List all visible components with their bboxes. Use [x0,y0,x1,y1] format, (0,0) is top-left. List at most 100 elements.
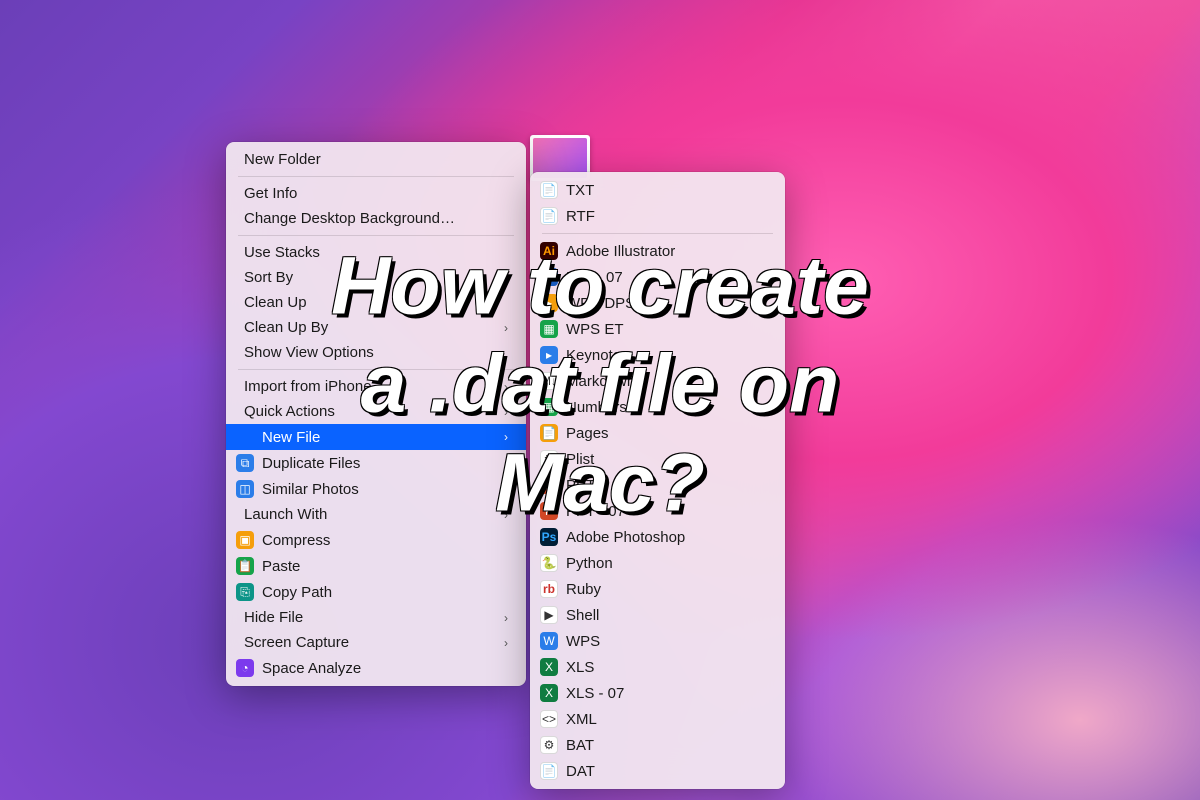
xls-icon: X [540,658,558,676]
submenu-shell[interactable]: ▶Shell [530,602,785,628]
submenu-plist[interactable]: ⚙ Plist [530,446,785,472]
menu-label: Compress [262,532,508,549]
submenu-adobe-illustrator[interactable]: AiAdobe Illustrator [530,238,785,264]
submenu-ppt[interactable]: P PPT [530,472,785,498]
menu-clean-up-by[interactable]: Clean Up By› [226,315,526,340]
numbers-icon: ▦ [540,398,558,416]
chevron-right-icon: › [504,508,508,522]
wps-dps-icon: ▸ [540,294,558,312]
chevron-right-icon: › [504,636,508,650]
menu-label: Use Stacks [244,244,508,261]
xls-icon: X [540,684,558,702]
menu-import-from-iphone[interactable]: Import from iPhone › [226,374,526,399]
menu-label: Quick Actions [244,403,496,420]
menu-launch-with[interactable]: Launch With › [226,502,526,527]
submenu-wps-et[interactable]: ▦ WPS ET [530,316,785,342]
menu-label: Import from iPhone [244,378,496,395]
similar-photos-icon: ◫ [236,480,254,498]
menu-label: Screen Capture [244,634,496,651]
menu-similar-photos[interactable]: ◫Similar Photos [226,476,526,502]
menu-get-info[interactable]: Get Info [226,181,526,206]
chevron-right-icon: › [504,611,508,625]
submenu-ppt-07[interactable]: PPPT - 07 [530,498,785,524]
submenu-keynote[interactable]: ▸ Keynote [530,342,785,368]
python-icon: 🐍 [540,554,558,572]
menu-copy-path[interactable]: ⎘Copy Path [226,579,526,605]
new-file-submenu: 📄TXT 📄RTF AiAdobe Illustrator WDoc - 07 … [530,172,785,789]
menu-space-analyze[interactable]: ◔Space Analyze [226,655,526,681]
menu-label: Plist [566,451,767,468]
menu-use-stacks[interactable]: Use Stacks [226,240,526,265]
menu-label: WPS ET [566,321,767,338]
menu-label: PPT - 07 [566,503,767,520]
menu-label: Show View Options [244,344,508,361]
submenu-wps[interactable]: W WPS [530,628,785,654]
menu-label: Keynote [566,347,767,364]
menu-label: Launch With [244,506,496,523]
desktop-background: New Folder Get Info Change Desktop Backg… [0,0,1200,800]
pages-icon: 📄 [540,424,558,442]
wps-et-icon: ▦ [540,320,558,338]
chevron-right-icon: › [504,271,508,285]
markdown-icon: M↓ [540,372,558,390]
submenu-ruby[interactable]: rbRuby [530,576,785,602]
submenu-dat[interactable]: 📄DAT [530,758,785,784]
menu-label: New File [262,429,496,446]
ppt-icon: P [540,476,558,494]
menu-new-file[interactable]: New File› [226,424,526,450]
menu-label: DAT [566,763,767,780]
menu-clean-up[interactable]: Clean Up [226,290,526,315]
plist-icon: ⚙ [540,450,558,468]
adobe-photoshop-icon: Ps [540,528,558,546]
menu-show-view-options[interactable]: Show View Options [226,340,526,365]
menu-separator [238,176,514,177]
menu-compress[interactable]: ▣Compress [226,527,526,553]
submenu-xls[interactable]: X XLS [530,654,785,680]
submenu-python[interactable]: 🐍 Python [530,550,785,576]
menu-label: Pages [566,425,767,442]
menu-change-desktop-bg[interactable]: Change Desktop Background… [226,206,526,231]
submenu-markdown[interactable]: M↓ Markdown [530,368,785,394]
menu-separator [542,233,773,234]
submenu-xls-07[interactable]: XXLS - 07 [530,680,785,706]
menu-quick-actions[interactable]: Quick Actions › [226,399,526,424]
submenu-rtf[interactable]: 📄 RTF [530,203,785,229]
menu-label: Clean Up [244,294,508,311]
paste-icon: 📋 [236,557,254,575]
menu-label: Space Analyze [262,660,508,677]
menu-label: Markdown [566,373,767,390]
submenu-wps-dps[interactable]: ▸WPS DPS [530,290,785,316]
menu-label: XML [566,711,767,728]
menu-paste[interactable]: 📋Paste [226,553,526,579]
context-menu: New Folder Get Info Change Desktop Backg… [226,142,526,686]
submenu-xml[interactable]: <>XML [530,706,785,732]
menu-label: Adobe Photoshop [566,529,767,546]
menu-label: XLS [566,659,767,676]
menu-label: BAT [566,737,767,754]
menu-label: PPT [566,477,767,494]
adobe-illustrator-icon: Ai [540,242,558,260]
menu-duplicate-files[interactable]: ⧉Duplicate Files [226,450,526,476]
menu-hide-file[interactable]: Hide File› [226,605,526,630]
keynote-icon: ▸ [540,346,558,364]
menu-label: WPS [566,633,767,650]
rtf-icon: 📄 [540,207,558,225]
word-icon: W [540,268,558,286]
menu-new-folder[interactable]: New Folder [226,147,526,172]
menu-label: Duplicate Files [262,455,508,472]
submenu-numbers[interactable]: ▦Numbers [530,394,785,420]
menu-sort-by[interactable]: Sort By› [226,265,526,290]
menu-label: Get Info [244,185,508,202]
menu-screen-capture[interactable]: Screen Capture › [226,630,526,655]
menu-label: RTF [566,208,767,225]
submenu-pages[interactable]: 📄 Pages [530,420,785,446]
submenu-bat[interactable]: ⚙BAT [530,732,785,758]
chevron-right-icon: › [504,405,508,419]
chevron-right-icon: › [504,380,508,394]
wps-icon: W [540,632,558,650]
submenu-adobe-photoshop[interactable]: Ps Adobe Photoshop [530,524,785,550]
submenu-txt[interactable]: 📄TXT [530,177,785,203]
submenu-doc-07[interactable]: WDoc - 07 [530,264,785,290]
chevron-right-icon: › [504,321,508,335]
menu-label: Python [566,555,767,572]
